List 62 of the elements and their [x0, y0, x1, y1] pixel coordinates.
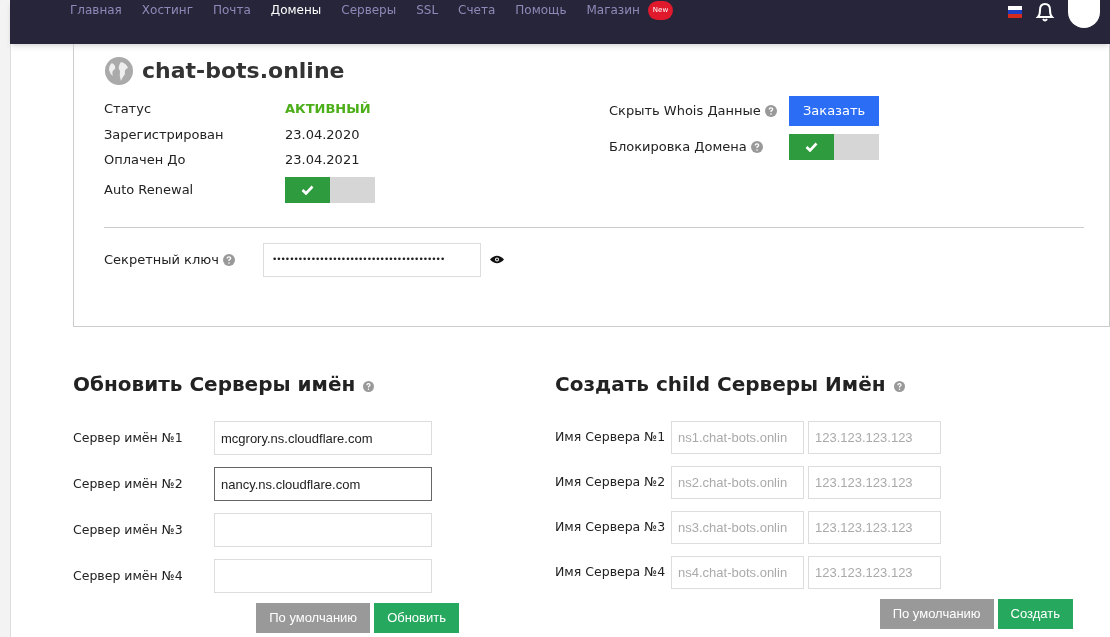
checkmark-icon — [301, 184, 314, 195]
ip-address-field[interactable]: 123.123.123.123 — [808, 466, 941, 499]
field-label: Сервер имён №3 — [73, 520, 184, 539]
hostname-field[interactable]: ns1.chat-bots.onlin — [671, 421, 804, 454]
status-value: АКТИВНЫЙ — [285, 100, 371, 118]
nav-link[interactable]: Серверы — [341, 1, 397, 20]
nav-link[interactable]: Счета — [458, 1, 496, 20]
help-icon[interactable] — [363, 380, 375, 392]
avatar[interactable] — [1068, 0, 1100, 28]
hostname-field[interactable]: ns4.chat-bots.onlin — [671, 556, 804, 589]
field-label: Имя Сервера №3 — [555, 518, 667, 537]
field-label: Блокировка Домена — [609, 138, 747, 157]
nameserver-field[interactable]: nancy.ns.cloudflare.com — [214, 467, 432, 501]
nameserver-field[interactable] — [214, 559, 432, 593]
section-title: Создать child Серверы Имён — [555, 371, 886, 398]
nav-link[interactable]: Домены — [270, 1, 322, 20]
nav-link[interactable]: SSL — [416, 1, 439, 20]
nav-link[interactable]: Магазин — [586, 1, 640, 20]
help-icon[interactable] — [764, 105, 777, 117]
field-label: Секретный ключ — [104, 250, 219, 269]
update-button[interactable]: Обновить — [374, 603, 459, 633]
create-button[interactable]: Создать — [997, 599, 1073, 629]
nav-link[interactable]: Главная — [70, 1, 122, 20]
field-label: Зарегистрирован — [104, 125, 225, 144]
field-label: Сервер имён №1 — [73, 428, 184, 447]
nav-link[interactable]: Помощь — [515, 1, 567, 20]
nameserver-field[interactable]: mcgrory.ns.cloudflare.com — [214, 421, 432, 455]
bell-icon[interactable] — [1034, 2, 1056, 22]
eye-icon[interactable] — [489, 255, 504, 264]
ip-address-field[interactable]: 123.123.123.123 — [808, 511, 941, 544]
globe-icon — [104, 55, 134, 86]
field-label: Имя Сервера №2 — [555, 473, 667, 492]
field-label: Сервер имён №4 — [73, 566, 184, 585]
field-label: Скрыть Whois Данные — [609, 102, 761, 121]
field-label: Имя Сервера №4 — [555, 563, 667, 582]
date-value: 23.04.2020 — [285, 125, 360, 144]
field-label: Сервер имён №2 — [73, 474, 184, 493]
field-label: Auto Renewal — [104, 180, 195, 199]
secret-key-field[interactable]: •••••••••••••••••••••••••••••••••••••••• — [262, 242, 481, 277]
checkmark-icon — [805, 142, 818, 152]
nameserver-field[interactable] — [214, 513, 432, 547]
flag-icon[interactable] — [1008, 6, 1022, 18]
field-label: Оплачен До — [104, 151, 187, 169]
nav-link[interactable]: Почта — [212, 1, 251, 20]
help-icon[interactable] — [893, 380, 905, 392]
nav-link[interactable]: Хостинг — [141, 1, 193, 20]
section-title: Обновить Серверы имён — [73, 371, 356, 398]
ip-address-field[interactable]: 123.123.123.123 — [808, 556, 941, 589]
toggle-switch[interactable] — [789, 134, 879, 160]
hostname-field[interactable]: ns2.chat-bots.onlin — [671, 466, 804, 499]
order-button[interactable]: Заказать — [789, 96, 880, 126]
default-button[interactable]: По умолчанию — [879, 599, 994, 629]
hostname-field[interactable]: ns3.chat-bots.onlin — [671, 511, 804, 544]
default-button[interactable]: По умолчанию — [256, 603, 371, 633]
field-label: Статус — [104, 100, 153, 118]
toggle-switch[interactable] — [285, 176, 375, 203]
ip-address-field[interactable]: 123.123.123.123 — [808, 421, 941, 454]
field-label: Имя Сервера №1 — [555, 428, 667, 447]
date-value: 23.04.2021 — [285, 151, 360, 169]
domain-name: chat-bots.online — [142, 57, 345, 85]
help-icon[interactable] — [750, 141, 763, 153]
help-icon[interactable] — [222, 253, 235, 266]
